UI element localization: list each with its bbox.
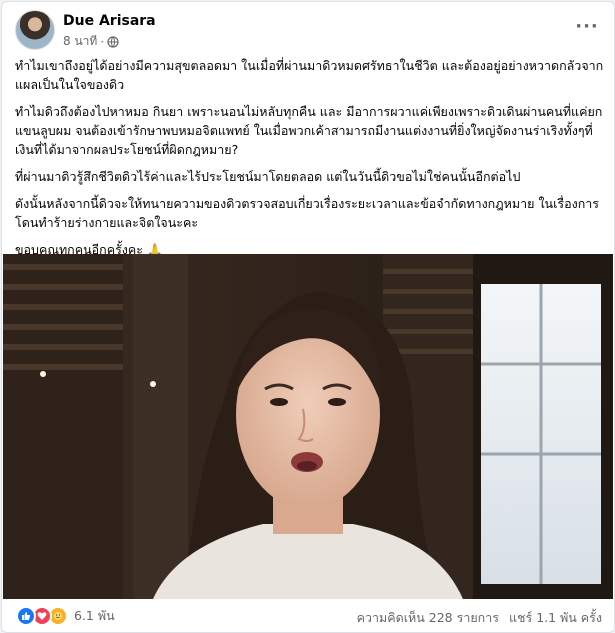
post-paragraph: ทำไมเขาถึงอยู่ได้อย่างมีความสุขตลอดมา ใน… <box>15 58 604 92</box>
reaction-count: 6.1 พัน <box>74 608 115 623</box>
reactions-summary[interactable]: 6.1 พัน <box>16 606 115 626</box>
like-icon <box>16 606 36 626</box>
post-paragraph: ทำไมดิวถึงต้องไปหาหมอ กินยา เพราะนอนไม่ห… <box>15 104 603 157</box>
shares-count-link[interactable]: แชร์ 1.1 พัน ครั้ง <box>509 608 602 628</box>
engagement-stats: ความคิดเห็น 228 รายการ แชร์ 1.1 พัน ครั้… <box>357 608 602 628</box>
author-avatar[interactable] <box>15 10 55 50</box>
post-header: Due Arisara 8 นาที · ··· <box>15 10 605 50</box>
post-paragraph: ที่ผ่านมาดิวรู้สึกชีวิตดิวไร้ค่าและไร้ปร… <box>15 169 521 184</box>
post-video[interactable] <box>3 254 613 599</box>
comments-count-link[interactable]: ความคิดเห็น 228 รายการ <box>357 608 499 628</box>
ellipsis-icon[interactable]: ··· <box>573 16 601 37</box>
post-meta: 8 นาที · <box>63 32 119 51</box>
video-frame <box>3 254 613 599</box>
post-card: Due Arisara 8 นาที · ··· ทำไมเขาถึงอยู่ไ… <box>1 1 615 633</box>
post-footer: 6.1 พัน ความคิดเห็น 228 รายการ แชร์ 1.1 … <box>2 600 614 632</box>
post-text: ทำไมเขาถึงอยู่ได้อย่างมีความสุขตลอดมา ใน… <box>15 56 607 267</box>
author-name[interactable]: Due Arisara <box>63 13 156 29</box>
globe-icon <box>107 35 119 48</box>
post-paragraph: ดังนั้นหลังจากนี้ดิวจะให้ทนายความของดิวต… <box>15 196 599 230</box>
post-timestamp[interactable]: 8 นาที <box>63 32 97 51</box>
meta-separator: · <box>100 34 105 49</box>
